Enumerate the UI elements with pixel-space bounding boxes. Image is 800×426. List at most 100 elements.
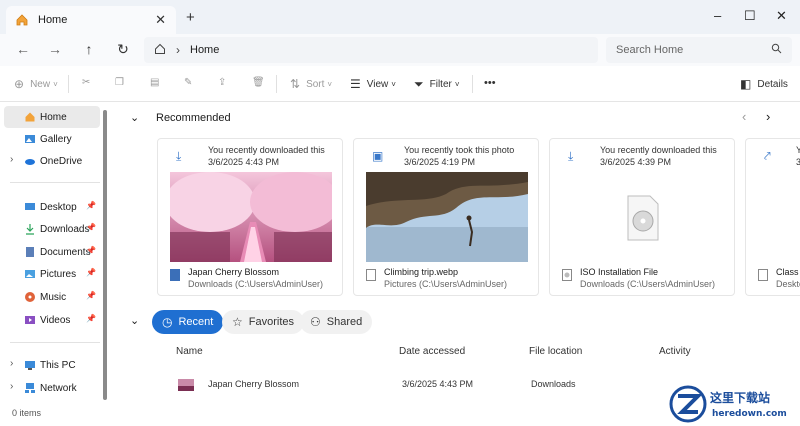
cherry-blossom-thumbnail [170,172,332,262]
refresh-icon[interactable]: ↻ [114,41,132,58]
maximize-button[interactable]: ☐ [744,8,756,24]
pin-icon[interactable]: 📌 [86,223,96,232]
sidebar-item-onedrive[interactable]: › OneDrive [4,150,100,172]
up-arrow-icon[interactable]: ↑ [80,41,98,57]
sidebar-item-home[interactable]: Home [4,106,100,128]
more-options-button[interactable]: ••• [484,77,496,89]
photo-icon: ▣ [372,149,384,163]
sidebar-item-videos[interactable]: Videos 📌 [4,309,100,331]
back-arrow-icon[interactable]: ← [14,41,32,57]
pictures-icon [24,268,36,280]
sidebar-item-music[interactable]: Music 📌 [4,286,100,308]
chevron-down-icon: ˅ [53,79,58,89]
share-icon[interactable]: ⇪ [218,77,226,88]
card-file-name: ISO Installation File [580,267,659,277]
tab-home[interactable]: Home ✕ [6,6,176,34]
column-header-name[interactable]: Name [176,346,203,357]
pin-icon[interactable]: 📌 [86,314,96,323]
recommended-heading: Recommended [156,112,231,124]
card-file-path: Downloads (C:\Users\AdminUser) [580,279,716,289]
watermark-logo: 这里下载站 heredown.com [668,384,800,423]
card-date: 3 [796,157,800,167]
download-icon [24,223,36,235]
iso-file-thumbnail [562,172,724,262]
table-row[interactable]: Japan Cherry Blossom 3/6/2025 4:43 PM Do… [172,374,732,396]
chevron-down-icon: ˅ [327,79,333,89]
videos-icon [24,314,36,326]
card-file-path: Pictures (C:\Users\AdminUser) [384,279,508,289]
address-bar[interactable]: › Home [144,37,598,63]
address-home-icon [154,43,166,58]
search-icon [771,43,782,57]
home-icon [24,111,36,123]
rename-icon[interactable]: ✎ [184,77,192,88]
chevron-right-icon[interactable]: › [10,381,13,392]
close-window-button[interactable]: ✕ [776,8,787,24]
card-date: 3/6/2025 4:39 PM [600,157,672,167]
chevron-right-icon[interactable]: › [10,358,13,369]
chevron-right-icon[interactable]: › [10,154,13,165]
sort-icon: ⇅ [290,77,301,91]
sidebar-item-desktop[interactable]: Desktop 📌 [4,196,100,218]
recommended-card[interactable]: ⤓ You recently downloaded this 3/6/2025 … [549,138,735,296]
new-button[interactable]: ⊕ New ˅ [14,77,58,91]
search-input[interactable]: Search Home [606,37,792,63]
watermark-cn: 这里下载站 [710,390,770,405]
sidebar-item-gallery[interactable]: Gallery [4,128,100,150]
image-thumbnail-icon [178,379,194,391]
details-button[interactable]: ◧ Details [740,77,788,91]
divider [276,75,277,93]
minimize-button[interactable]: – [714,8,721,23]
tab-close-icon[interactable]: ✕ [155,12,166,28]
pin-icon[interactable]: 📌 [86,246,96,255]
sort-button[interactable]: ⇅ Sort ˅ [290,77,332,91]
delete-icon[interactable]: 🗑 [252,77,265,88]
filter-button[interactable]: ⏷ Filter ˅ [414,77,460,92]
view-button[interactable]: ☰ View ˅ [350,77,396,91]
sidebar-item-network[interactable]: › Network [4,377,100,399]
chevron-right-icon: › [176,43,180,57]
breadcrumb[interactable]: Home [190,44,219,56]
card-file-name: Climbing trip.webp [384,267,459,277]
card-file-path: Downloads (C:\Users\AdminUser) [188,279,324,289]
copy-icon[interactable]: ❐ [115,77,124,88]
paste-icon[interactable]: ▤ [150,77,159,88]
details-pane-icon: ◧ [740,77,752,91]
title-bar: Home ✕ + – ☐ ✕ [0,0,800,34]
tab-recent[interactable]: ◷ Recent [152,310,224,334]
new-tab-button[interactable]: + [186,9,195,26]
collapse-chevron-icon[interactable]: ⌄ [130,111,139,124]
sidebar-item-this-pc[interactable]: › This PC [4,354,100,376]
pin-icon[interactable]: 📌 [86,268,96,277]
clock-icon: ◷ [162,315,173,329]
music-icon [24,291,36,303]
pc-icon [24,359,36,371]
sidebar-item-downloads[interactable]: Downloads 📌 [4,218,100,240]
pin-icon[interactable]: 📌 [86,201,96,210]
card-date: 3/6/2025 4:19 PM [404,157,476,167]
item-count: 0 items [12,408,42,418]
scroll-left-icon[interactable]: ‹ [742,109,746,124]
card-headline: You recently downloaded this [600,145,717,155]
home-icon [14,12,30,28]
recommended-card[interactable]: ⤤ Y 3 Class I Deskto [745,138,800,296]
card-file-name: Class I [776,267,800,277]
image-file-icon [170,269,180,281]
column-header-file-location[interactable]: File location [529,346,582,357]
sidebar-item-documents[interactable]: Documents 📌 [4,241,100,263]
sidebar-scrollbar[interactable] [103,110,107,400]
chevron-down-icon: ˅ [391,79,396,89]
scroll-right-icon[interactable]: › [766,109,770,124]
recommended-card[interactable]: ⤓ You recently downloaded this 3/6/2025 … [157,138,343,296]
tab-shared[interactable]: ⚇ Shared [300,310,373,334]
collapse-chevron-icon[interactable]: ⌄ [130,314,139,327]
pin-icon[interactable]: 📌 [86,291,96,300]
column-header-date-accessed[interactable]: Date accessed [399,346,465,357]
tab-favorites[interactable]: ☆ Favorites [222,310,305,334]
cut-icon[interactable]: ✂ [82,77,90,88]
download-icon: ⤓ [568,149,574,163]
column-header-activity[interactable]: Activity [659,346,691,357]
sidebar-item-pictures[interactable]: Pictures 📌 [4,263,100,285]
recommended-card[interactable]: ▣ You recently took this photo 3/6/2025 … [353,138,539,296]
forward-arrow-icon[interactable]: → [46,41,64,57]
